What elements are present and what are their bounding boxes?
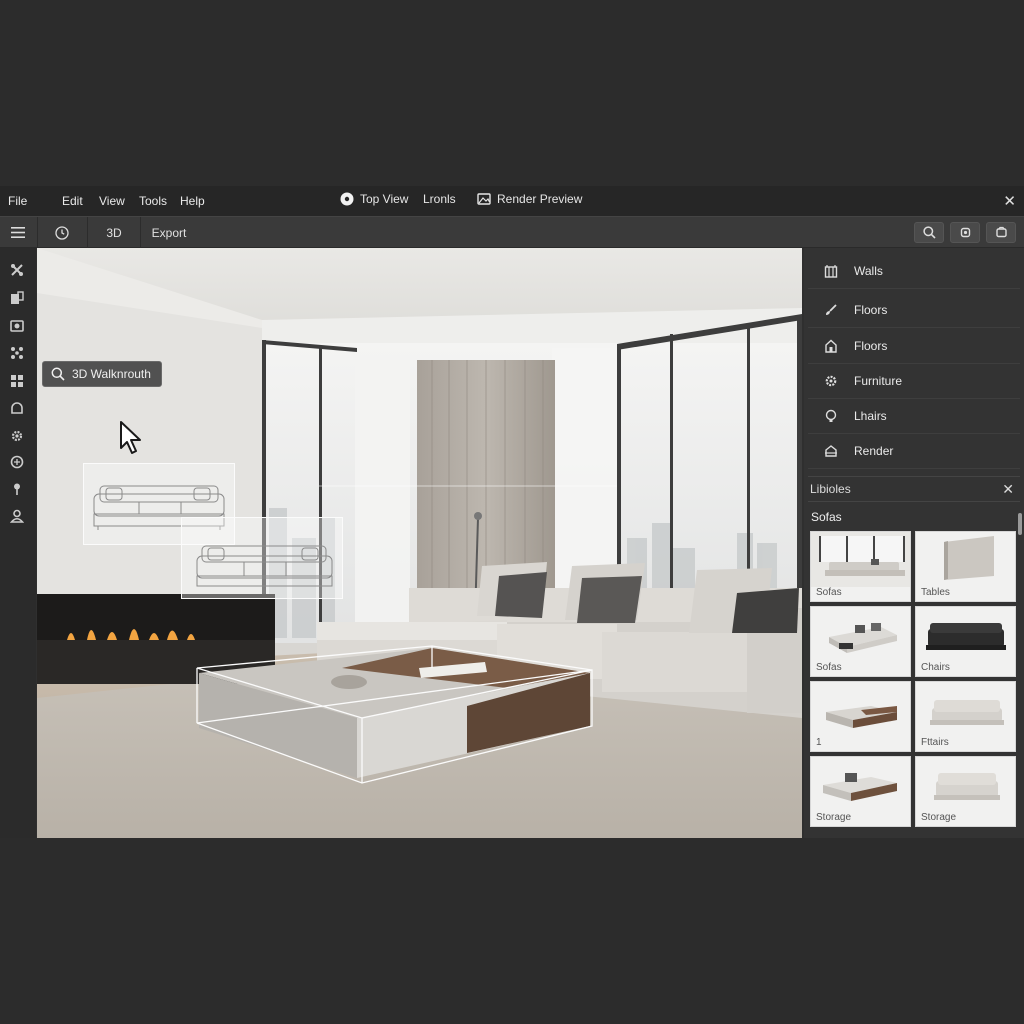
thumb-bench (823, 773, 897, 801)
library-card-item[interactable]: 1 (810, 681, 911, 752)
thumb-sectional (829, 623, 897, 653)
library-title: Libioles (810, 482, 851, 496)
bulb-icon (820, 409, 842, 423)
image-frame-icon (477, 192, 491, 205)
card-label: Tables (921, 587, 950, 598)
menu-edit[interactable]: Edit (62, 194, 83, 208)
menu-file[interactable]: File (8, 194, 27, 208)
gear-icon[interactable] (9, 428, 25, 444)
scrollbar[interactable] (1018, 513, 1022, 535)
panel-item-label: Render (854, 444, 894, 458)
thumb-room (811, 532, 910, 587)
hamburger-button[interactable] (0, 217, 36, 248)
settings-icon (960, 227, 970, 238)
export-button[interactable]: Export (141, 217, 197, 248)
user-icon[interactable] (9, 508, 25, 524)
card-label: Fttairs (921, 737, 949, 748)
side-panel: Walls Floors Floors Furniture Lhairs Ren… (804, 248, 1024, 838)
hamburger-icon (11, 227, 25, 238)
home-icon (820, 339, 842, 353)
search-button[interactable] (914, 222, 944, 243)
tools-icon[interactable] (9, 262, 25, 278)
library-card-storage-2[interactable]: Storage (915, 756, 1016, 827)
menu-bar: File Edit View Tools Help Top View Lronl… (0, 186, 1024, 216)
panel-item-walls[interactable]: Walls (808, 254, 1020, 289)
close-icon[interactable]: ✕ (1002, 481, 1014, 498)
walkthrough-label: 3D Walknrouth (72, 367, 151, 381)
toolbar: 3D Export (0, 216, 1024, 248)
top-view-label: Top View (360, 192, 409, 206)
thumb-ottoman (826, 706, 897, 728)
top-view-button[interactable]: Top View (340, 192, 408, 206)
cube-button[interactable] (986, 222, 1016, 243)
card-label: Storage (816, 812, 852, 823)
card-label: Storage (921, 812, 957, 823)
library-card-tables[interactable]: Tables (915, 531, 1016, 602)
lronls-label: Lronls (423, 192, 456, 206)
card-label: Sofas (816, 662, 842, 673)
app-window: File Edit View Tools Help Top View Lronl… (0, 186, 1024, 838)
close-icon[interactable]: ✕ (1003, 192, 1016, 210)
cube-icon (995, 226, 1007, 238)
gear-icon (820, 374, 842, 388)
panel-item-label: Walls (854, 264, 883, 278)
dome-icon[interactable] (9, 400, 25, 416)
clock-button[interactable] (38, 217, 86, 248)
card-label: 1 (816, 737, 822, 748)
panel-item-render[interactable]: Render (808, 434, 1020, 469)
panel-item-lhairs[interactable]: Lhairs (808, 399, 1020, 434)
thumb-dark-sofa (926, 623, 1006, 650)
menu-view[interactable]: View (99, 194, 125, 208)
panel-item-floors-2[interactable]: Floors (808, 329, 1020, 364)
mode-3d-button[interactable]: 3D (88, 217, 140, 248)
sofa-sketch (196, 545, 333, 587)
lronls-button[interactable]: Lronls (423, 192, 456, 206)
disc-icon (340, 192, 354, 206)
thumb-loveseat (934, 773, 1000, 800)
library-card-storage[interactable]: Storage (810, 756, 911, 827)
card-label: Chairs (921, 662, 950, 673)
panel-item-label: Lhairs (854, 409, 887, 423)
menu-tools[interactable]: Tools (139, 194, 167, 208)
library-header: Libioles ✕ (808, 476, 1020, 502)
panel-item-label: Floors (854, 303, 888, 317)
render-preview-button[interactable]: Render Preview (477, 192, 582, 206)
library-card-sofas[interactable]: Sofas (810, 531, 911, 602)
search-icon (51, 367, 65, 381)
panel-item-label: Furniture (854, 374, 903, 388)
menu-help[interactable]: Help (180, 194, 205, 208)
brush-icon (820, 303, 842, 317)
panel-item-floors[interactable]: Floors (808, 293, 1020, 328)
library-subtitle: Sofas (811, 510, 842, 524)
render-preview-label: Render Preview (497, 192, 583, 206)
thumb-panel (944, 536, 994, 580)
settings-button[interactable] (950, 222, 980, 243)
library-card-sofas-2[interactable]: Sofas (810, 606, 911, 677)
3d-viewport[interactable]: 3D Walknrouth (37, 248, 802, 838)
render-icon (820, 444, 842, 458)
clock-icon (55, 225, 69, 240)
thumb-sofa (930, 700, 1004, 725)
sofa-sketch-box-2[interactable] (181, 517, 343, 599)
panel-item-furniture[interactable]: Furniture (808, 364, 1020, 399)
walkthrough-button[interactable]: 3D Walknrouth (42, 361, 162, 387)
card-label: Sofas (816, 587, 842, 598)
search-icon (922, 226, 936, 239)
panel-item-label: Floors (854, 339, 888, 353)
nodes-icon[interactable] (9, 345, 25, 361)
cursor-icon (120, 421, 141, 454)
walls-icon[interactable] (9, 290, 25, 306)
pin-icon[interactable] (9, 481, 25, 497)
tool-rail (0, 248, 36, 838)
walls-icon (820, 264, 842, 278)
library-card-fttairs[interactable]: Fttairs (915, 681, 1016, 752)
grid-icon[interactable] (9, 373, 25, 389)
library-card-chairs[interactable]: Chairs (915, 606, 1016, 677)
globe-icon[interactable] (9, 454, 25, 470)
camera-icon[interactable] (9, 318, 25, 334)
